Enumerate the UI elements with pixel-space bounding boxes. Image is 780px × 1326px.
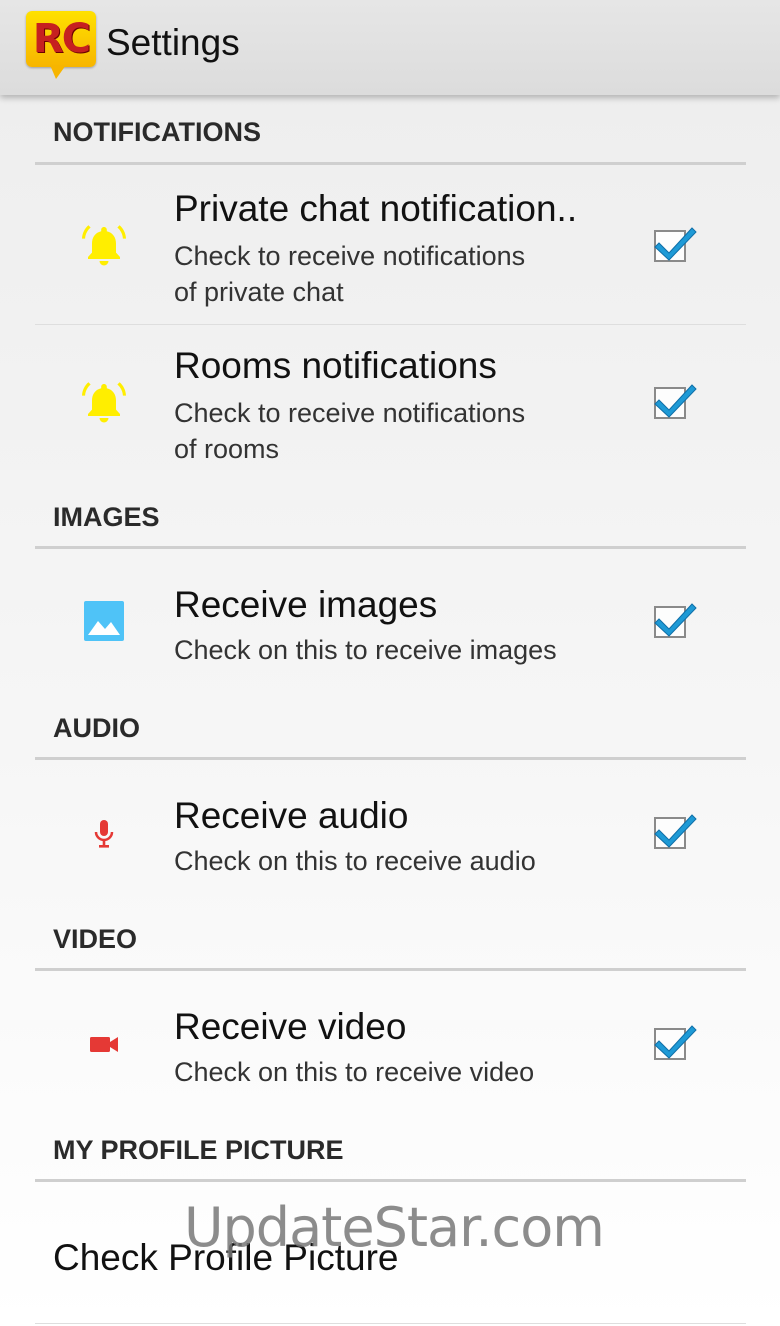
- checkmark-icon: [654, 227, 697, 261]
- app-logo-text: RC: [32, 16, 91, 62]
- pref-summary-line: Check to receive notifications: [174, 241, 526, 271]
- pref-receive-audio[interactable]: Receive audio Check on this to receive a…: [0, 760, 780, 900]
- video-camera-icon: [80, 1021, 128, 1069]
- pref-summary: Check to receive notifications of privat…: [174, 238, 624, 310]
- pref-title: Receive video: [174, 1006, 407, 1047]
- receive-audio-checkbox[interactable]: [654, 814, 697, 849]
- checkmark-icon: [654, 603, 697, 637]
- rooms-checkbox[interactable]: [654, 384, 697, 419]
- pref-summary: Check on this to receive audio: [174, 846, 536, 876]
- pref-receive-images[interactable]: Receive images Check on this to receive …: [0, 549, 780, 689]
- pref-summary-line: of private chat: [174, 277, 344, 307]
- pref-title: Receive images: [174, 584, 438, 625]
- private-chat-checkbox[interactable]: [654, 227, 697, 262]
- checkmark-icon: [654, 1025, 697, 1059]
- section-header-audio: AUDIO: [53, 713, 140, 743]
- image-icon: [80, 597, 128, 645]
- bell-icon: [80, 221, 128, 269]
- section-header-notifications: NOTIFICATIONS: [53, 117, 261, 147]
- row-divider: [35, 1323, 746, 1324]
- section-header-video: VIDEO: [53, 924, 138, 954]
- section-header-profile-picture: MY PROFILE PICTURE: [53, 1135, 344, 1165]
- pref-summary-line: Check to receive notifications: [174, 398, 526, 428]
- pref-receive-video[interactable]: Receive video Check on this to receive v…: [0, 971, 780, 1111]
- pref-rooms-notifications[interactable]: Rooms notifications Check to receive not…: [0, 325, 780, 482]
- pref-private-chat-notifications[interactable]: Private chat notification.. Check to rec…: [0, 165, 780, 324]
- watermark: UpdateStar.com: [184, 1196, 605, 1259]
- receive-images-checkbox[interactable]: [654, 603, 697, 638]
- app-bar: RC Settings: [0, 0, 780, 95]
- pref-summary-line: of rooms: [174, 434, 280, 464]
- pref-title: Receive audio: [174, 795, 409, 836]
- pref-summary: Check to receive notifications of rooms: [174, 395, 624, 467]
- pref-title: Private chat notification..: [174, 188, 578, 229]
- bell-icon: [80, 378, 128, 426]
- receive-video-checkbox[interactable]: [654, 1025, 697, 1060]
- checkmark-icon: [654, 814, 697, 848]
- page-title: Settings: [106, 22, 240, 63]
- section-header-images: IMAGES: [53, 502, 160, 532]
- pref-title: Rooms notifications: [174, 345, 497, 386]
- app-logo: RC: [26, 11, 96, 79]
- pref-summary: Check on this to receive images: [174, 635, 557, 665]
- microphone-icon: [80, 810, 128, 858]
- checkmark-icon: [654, 384, 697, 418]
- pref-summary: Check on this to receive video: [174, 1057, 535, 1087]
